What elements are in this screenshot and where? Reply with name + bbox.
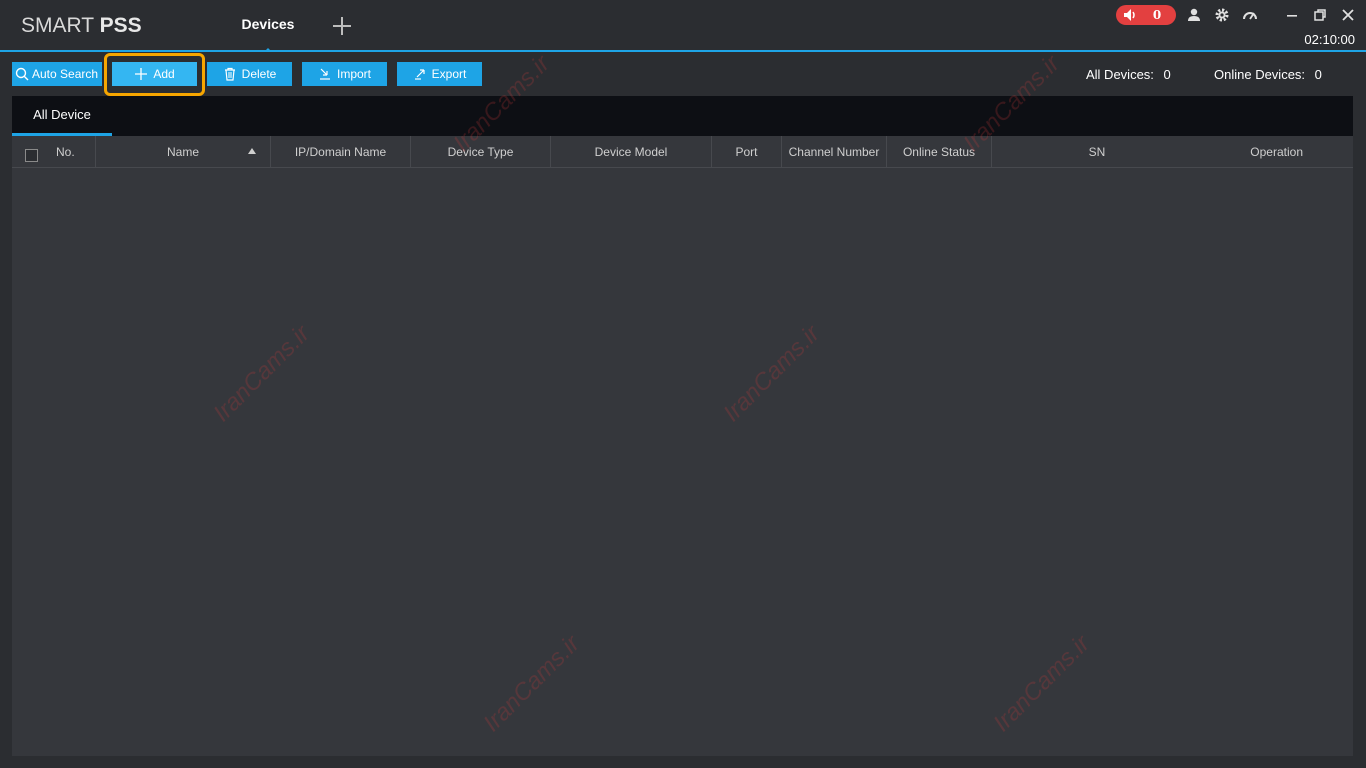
export-label: Export — [431, 67, 467, 81]
online-devices-value: 0 — [1314, 67, 1322, 82]
column-sn[interactable]: SN — [992, 136, 1202, 167]
table-header: No. Name IP/Domain Name Device Type Devi… — [12, 136, 1353, 168]
trash-icon — [224, 67, 235, 81]
column-port[interactable]: Port — [712, 136, 782, 167]
speaker-icon — [1124, 9, 1135, 21]
device-group-tabs: All Device — [12, 96, 1353, 136]
add-tab-icon[interactable] — [330, 14, 354, 38]
export-icon — [414, 69, 425, 80]
column-online-status[interactable]: Online Status — [887, 136, 992, 167]
column-operation: Operation — [1202, 136, 1353, 167]
search-icon — [15, 67, 29, 81]
alarm-button[interactable]: 0 — [1116, 5, 1176, 25]
sort-ascending-icon — [248, 148, 256, 154]
export-button[interactable]: Export — [397, 62, 482, 86]
column-channel-number[interactable]: Channel Number — [782, 136, 887, 167]
all-devices-label: All Devices: — [1086, 67, 1154, 82]
auto-search-button[interactable]: Auto Search — [12, 62, 102, 86]
restore-icon[interactable] — [1312, 7, 1328, 23]
tab-all-device[interactable]: All Device — [12, 96, 112, 136]
column-no-label: No. — [56, 144, 75, 159]
select-all-checkbox[interactable] — [25, 149, 38, 162]
column-channel-number-label: Channel Number — [788, 144, 880, 159]
column-device-type[interactable]: Device Type — [411, 136, 551, 167]
clock: 02:10:00 — [1304, 32, 1355, 47]
close-icon[interactable] — [1340, 7, 1356, 23]
user-icon[interactable] — [1186, 7, 1202, 23]
tab-devices-label: Devices — [241, 16, 295, 32]
online-devices-label: Online Devices: — [1214, 67, 1306, 82]
device-table-body — [12, 168, 1353, 756]
column-device-model-label: Device Model — [594, 144, 668, 159]
column-operation-label: Operation — [1250, 144, 1303, 159]
delete-label: Delete — [241, 67, 277, 81]
performance-gauge-icon[interactable] — [1242, 7, 1258, 23]
import-icon — [319, 68, 330, 80]
column-ip[interactable]: IP/Domain Name — [271, 136, 411, 167]
delete-button[interactable]: Delete — [207, 62, 292, 86]
column-no[interactable]: No. — [12, 136, 96, 167]
logo-text: SMART — [21, 14, 94, 37]
column-sn-label: SN — [1088, 144, 1106, 159]
active-tab-pointer — [264, 48, 272, 52]
import-button[interactable]: Import — [302, 62, 387, 86]
alarm-count: 0 — [1142, 7, 1172, 23]
column-device-model[interactable]: Device Model — [551, 136, 712, 167]
column-port-label: Port — [735, 144, 758, 159]
import-label: Import — [336, 67, 371, 81]
app-logo: SMART PSS — [21, 14, 142, 38]
column-name-label: Name — [166, 144, 199, 159]
all-devices-count: All Devices: 0 — [1086, 67, 1171, 82]
logo-text-bold: PSS — [99, 14, 142, 37]
auto-search-label: Auto Search — [32, 67, 99, 81]
online-devices-count: Online Devices: 0 — [1214, 67, 1322, 82]
tab-devices[interactable]: Devices — [232, 0, 304, 52]
column-ip-label: IP/Domain Name — [294, 144, 387, 159]
column-online-status-label: Online Status — [902, 144, 976, 159]
all-devices-value: 0 — [1163, 67, 1171, 82]
column-name[interactable]: Name — [96, 136, 271, 167]
gear-icon[interactable] — [1214, 7, 1230, 23]
column-device-type-label: Device Type — [447, 144, 514, 159]
device-panel: All Device No. Name IP/Domain Name Devic… — [12, 96, 1353, 756]
add-button-highlight — [104, 53, 205, 96]
minimize-icon[interactable] — [1284, 7, 1300, 23]
title-bar: SMART PSS Devices 0 02:10:00 — [0, 0, 1366, 52]
